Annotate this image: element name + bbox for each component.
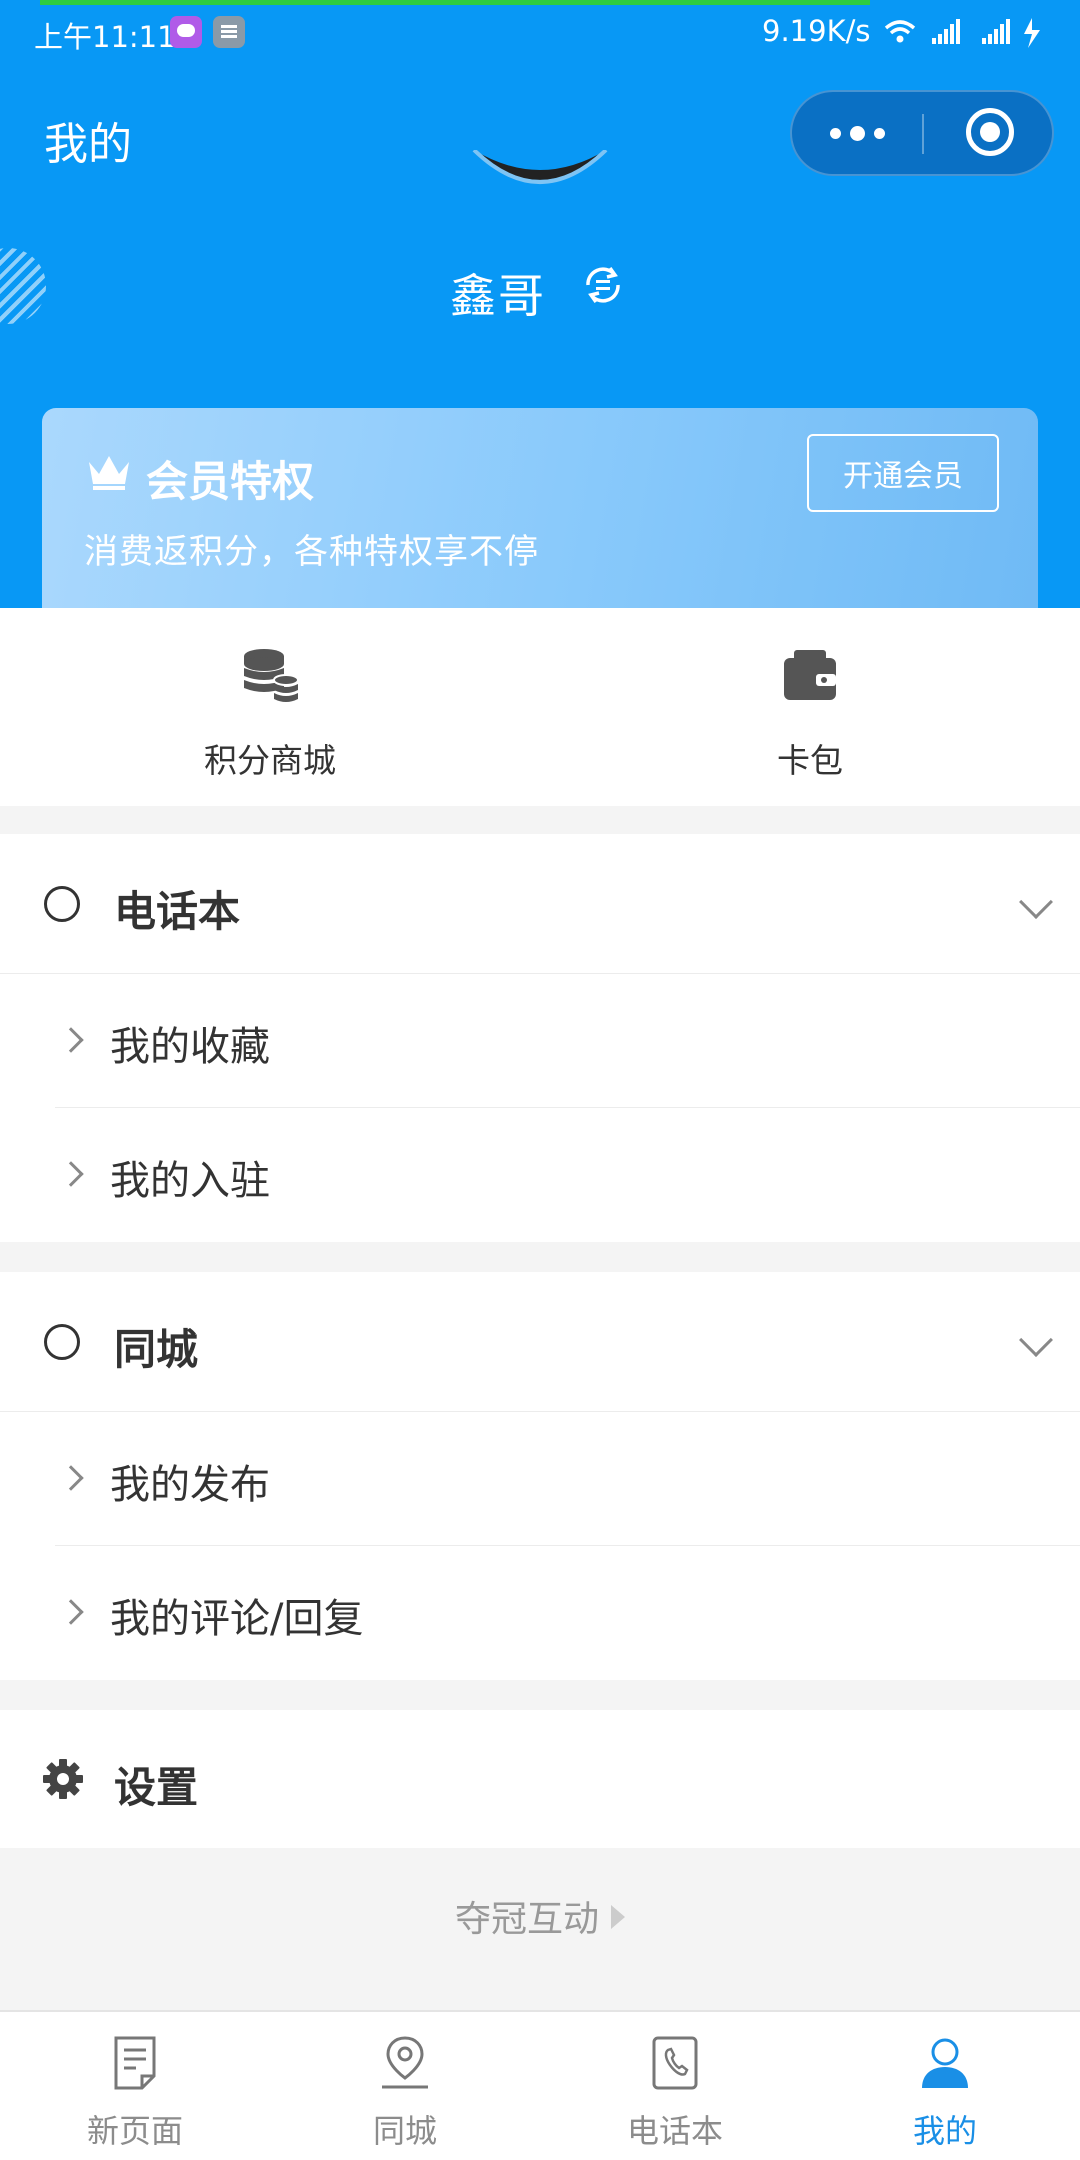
tab-new-page[interactable]: 新页面 [0, 2012, 270, 2160]
menu-item-label: 我的发布 [110, 1462, 270, 1508]
circle-icon [44, 886, 80, 922]
bottom-tab-bar: 新页面 同城 电话本 我的 [0, 2010, 1080, 2160]
section-phonebook: 电话本 我的收藏 我的入驻 [0, 834, 1080, 1242]
signal-icon-2 [982, 19, 1010, 44]
chevron-right-icon [58, 1599, 84, 1625]
footer-brand-text: 夺冠互动 [454, 1899, 599, 1940]
profile-header: 上午11:11 9.19K/s 我的 鑫哥 会员特权 消费返积分，各种特权享不停… [0, 0, 1080, 608]
location-pin-icon [382, 2036, 428, 2089]
menu-item-label: 我的入驻 [110, 1158, 270, 1204]
section-header-phonebook[interactable]: 电话本 [0, 834, 1080, 974]
more-dots-icon[interactable] [792, 92, 922, 174]
tab-label: 电话本 [626, 2112, 723, 2150]
chevron-down-icon [1019, 1323, 1053, 1357]
vip-card: 会员特权 消费返积分，各种特权享不停 开通会员 [42, 408, 1038, 608]
signal-icon-1 [932, 19, 960, 44]
menu-item-my-favorites[interactable]: 我的收藏 [0, 974, 1080, 1108]
vip-title: 会员特权 [146, 457, 315, 506]
mini-program-capsule [790, 90, 1054, 176]
charging-icon [1024, 18, 1040, 48]
section-header-local-city[interactable]: 同城 [0, 1272, 1080, 1412]
network-speed: 9.19K/s [762, 14, 871, 48]
tab-label: 新页面 [86, 2112, 183, 2150]
gear-icon [43, 1759, 83, 1799]
circle-icon [44, 1324, 80, 1360]
user-icon [922, 2038, 968, 2088]
wifi-icon [884, 20, 916, 43]
user-nickname: 鑫哥 [450, 269, 546, 323]
chevron-right-icon [58, 1161, 84, 1187]
triangle-right-icon [611, 1905, 625, 1929]
page-title: 我的 [44, 119, 132, 170]
menu-item-my-comments[interactable]: 我的评论/回复 [0, 1546, 1080, 1680]
points-mall-entry[interactable]: 积分商城 [0, 608, 540, 806]
refresh-switch-icon[interactable] [580, 262, 626, 308]
menu-item-my-posts[interactable]: 我的发布 [0, 1412, 1080, 1546]
chevron-right-icon [58, 1465, 84, 1491]
sim-app-icon [213, 16, 245, 48]
tab-local-city[interactable]: 同城 [270, 2012, 540, 2160]
tab-mine[interactable]: 我的 [810, 2012, 1080, 2160]
capsule-divider [922, 114, 924, 154]
footer-brand-link[interactable]: 夺冠互动 [0, 1890, 1080, 1942]
card-wallet-label: 卡包 [777, 741, 843, 780]
section-local-city: 同城 我的发布 我的评论/回复 [0, 1272, 1080, 1680]
quick-entries: 积分商城 卡包 [0, 608, 1080, 806]
menu-item-my-listing[interactable]: 我的入驻 [0, 1108, 1080, 1242]
section-title: 同城 [114, 1325, 199, 1374]
chevron-right-icon [58, 1027, 84, 1053]
tab-label: 同城 [372, 2112, 437, 2150]
card-wallet-entry[interactable]: 卡包 [540, 608, 1080, 806]
crown-icon [89, 456, 129, 490]
status-bar: 上午11:11 9.19K/s [0, 0, 1080, 68]
tab-phone-book[interactable]: 电话本 [540, 2012, 810, 2160]
target-close-icon[interactable] [966, 108, 1014, 156]
phone-book-icon [652, 2036, 698, 2090]
avatar[interactable] [470, 150, 610, 214]
wallet-icon [784, 650, 836, 700]
vip-subtitle: 消费返积分，各种特权享不停 [84, 532, 539, 572]
decorative-striped-circle [0, 248, 46, 324]
menu-item-label: 我的收藏 [110, 1024, 270, 1070]
settings-label: 设置 [114, 1763, 199, 1812]
settings-item[interactable]: 设置 [0, 1710, 1080, 1848]
tab-label: 我的 [912, 2112, 977, 2150]
document-icon [114, 2036, 156, 2090]
section-title: 电话本 [114, 887, 241, 936]
open-membership-button[interactable]: 开通会员 [807, 434, 999, 512]
points-mall-label: 积分商城 [204, 741, 336, 780]
status-time: 上午11:11 [34, 20, 176, 54]
message-app-icon [170, 16, 202, 48]
menu-item-label: 我的评论/回复 [110, 1596, 364, 1642]
coins-stack-icon [244, 649, 299, 702]
chevron-down-icon [1019, 885, 1053, 919]
system-status-icons [884, 18, 1040, 48]
